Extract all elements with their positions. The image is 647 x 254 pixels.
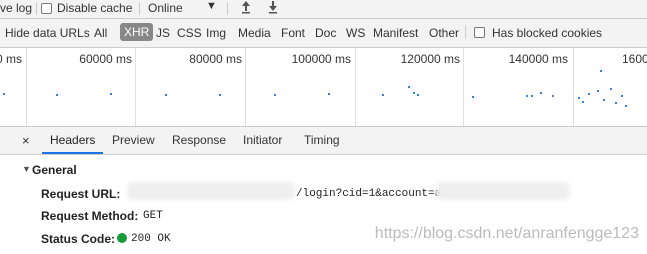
chevron-down-icon[interactable]: ▼ [206, 0, 217, 12]
tab-timing[interactable]: Timing [304, 127, 340, 154]
download-icon[interactable] [268, 0, 278, 17]
network-overview[interactable]: 0 ms 60000 ms 80000 ms 100000 ms 120000 … [0, 48, 647, 127]
request-mark [582, 101, 584, 103]
disable-cache-label[interactable]: Disable cache [57, 1, 132, 15]
tab-initiator[interactable]: Initiator [243, 127, 282, 154]
request-mark [540, 92, 542, 94]
preserve-log-label[interactable]: ve log [0, 1, 32, 15]
request-mark [600, 70, 602, 72]
filter-manifest[interactable]: Manifest [373, 26, 418, 40]
toolbar-divider [36, 3, 37, 15]
request-mark [531, 95, 533, 97]
status-code-label: Status Code: [41, 232, 116, 246]
request-method-label: Request Method: [41, 209, 139, 223]
filter-doc[interactable]: Doc [315, 26, 336, 40]
request-mark [3, 93, 5, 95]
filter-js[interactable]: JS [156, 26, 170, 40]
timeline-tick: 120000 ms [400, 52, 460, 66]
details-tab-bar: × Headers Preview Response Initiator Tim… [0, 127, 647, 155]
timeline-tick: 100000 ms [291, 52, 351, 66]
triangle-down-icon[interactable]: ▼ [22, 164, 31, 174]
timeline-gridline [26, 48, 27, 126]
close-icon[interactable]: × [22, 133, 30, 148]
request-mark [56, 94, 58, 96]
request-mark [615, 102, 617, 104]
toolbar-divider [227, 3, 228, 15]
disable-cache-checkbox[interactable] [41, 3, 52, 14]
hide-data-urls-label[interactable]: Hide data URLs [5, 26, 90, 40]
request-mark [610, 88, 612, 90]
request-mark [274, 94, 276, 96]
request-mark [621, 95, 623, 97]
filter-media[interactable]: Media [238, 26, 271, 40]
request-mark [625, 105, 627, 107]
timeline-tick: 0 ms [0, 52, 22, 66]
request-mark [417, 94, 419, 96]
filter-all[interactable]: All [94, 26, 107, 40]
upload-icon[interactable] [241, 0, 251, 17]
request-mark [552, 95, 554, 97]
has-blocked-cookies-label[interactable]: Has blocked cookies [492, 26, 602, 40]
request-mark [526, 95, 528, 97]
toolbar-divider [139, 3, 140, 15]
filter-img[interactable]: Img [206, 26, 226, 40]
request-mark [382, 94, 384, 96]
request-mark [413, 92, 415, 94]
status-code-value: 200 OK [131, 233, 171, 245]
section-general[interactable]: General [32, 163, 77, 177]
request-mark [408, 86, 410, 88]
redacted-blur [436, 182, 570, 200]
redacted-blur [127, 182, 295, 200]
request-mark [328, 93, 330, 95]
request-mark [110, 93, 112, 95]
request-mark [603, 99, 605, 101]
filter-other[interactable]: Other [429, 26, 459, 40]
tab-preview[interactable]: Preview [112, 127, 155, 154]
request-mark [597, 90, 599, 92]
timeline-gridline [355, 48, 356, 126]
request-mark [588, 93, 590, 95]
timeline-tick: 140000 ms [508, 52, 568, 66]
status-dot-icon [117, 233, 127, 243]
request-url-label: Request URL: [41, 187, 121, 201]
filter-divider [465, 25, 466, 39]
network-toolbar: ve log Disable cache Online ▼ [0, 0, 647, 19]
tab-response[interactable]: Response [172, 127, 226, 154]
timeline-gridline [573, 48, 574, 126]
request-mark [219, 94, 221, 96]
request-mark [472, 96, 474, 98]
filter-ws[interactable]: WS [346, 26, 365, 40]
has-blocked-cookies-checkbox[interactable] [474, 27, 485, 38]
watermark: https://blog.csdn.net/anranfengge123 [374, 225, 639, 242]
filter-font[interactable]: Font [281, 26, 305, 40]
timeline-gridline [463, 48, 464, 126]
timeline-tick: 1600 [622, 52, 647, 66]
request-mark [165, 94, 167, 96]
timeline-gridline [245, 48, 246, 126]
filter-css[interactable]: CSS [177, 26, 202, 40]
request-url-value: /login?cid=1&account=ad [296, 188, 448, 200]
timeline-tick: 80000 ms [189, 52, 242, 66]
filter-bar: Hide data URLs All XHR JS CSS Img Media … [0, 19, 647, 48]
request-method-value: GET [143, 210, 163, 222]
filter-xhr[interactable]: XHR [120, 23, 154, 41]
throttle-select[interactable]: Online [148, 1, 183, 15]
request-mark [578, 97, 580, 99]
timeline-tick: 60000 ms [79, 52, 132, 66]
timeline-gridline [135, 48, 136, 126]
throttle-value: Online [148, 1, 183, 15]
tab-headers[interactable]: Headers [42, 127, 104, 154]
